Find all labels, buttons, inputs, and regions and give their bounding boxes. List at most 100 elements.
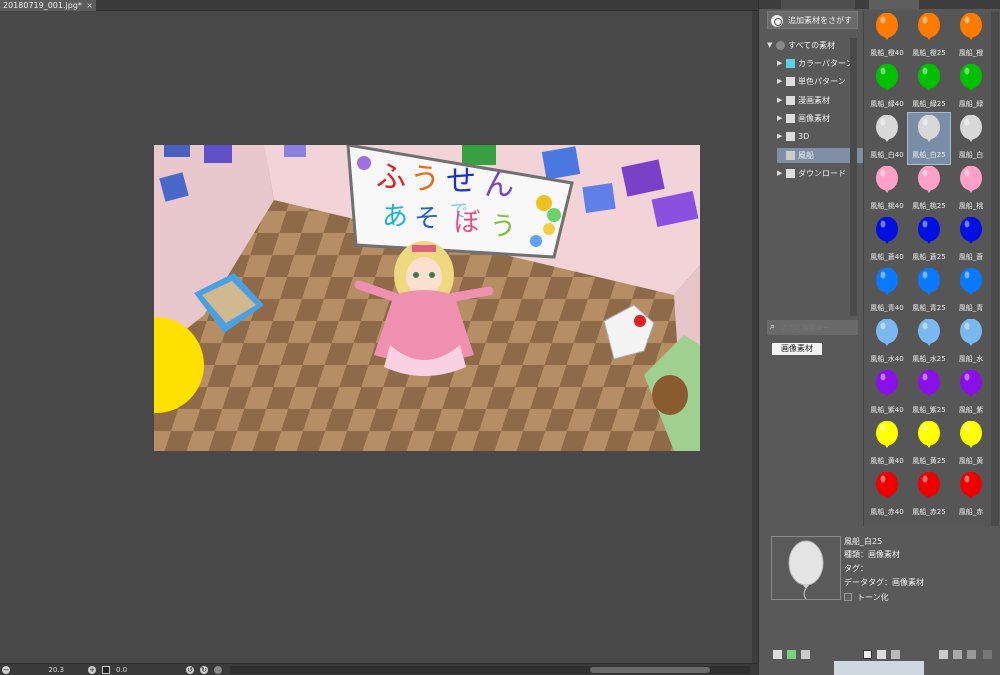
material-thumbnail[interactable]: 風船_赤25 — [908, 470, 950, 521]
balloon-icon — [960, 166, 982, 193]
material-thumbnail[interactable]: 風船_水 — [950, 317, 991, 368]
material-thumbnail[interactable]: 風船_緑40 — [866, 62, 908, 113]
chevron-right-icon[interactable]: ▶ — [777, 93, 782, 108]
material-caption: 風船_赤25 — [912, 508, 946, 516]
search-icon[interactable]: ⌕ — [770, 322, 775, 332]
document-tab-title: 20180719_001.jpg* — [3, 1, 82, 10]
view-list-icon[interactable] — [877, 650, 886, 659]
rotate-right-icon[interactable]: ↻ — [200, 666, 208, 674]
material-thumbnail[interactable]: 風船_蒼40 — [866, 215, 908, 266]
material-caption: 風船_紫40 — [870, 406, 904, 414]
checkbox-icon[interactable] — [863, 650, 872, 659]
balloon-preview-icon — [788, 540, 824, 600]
close-icon[interactable]: × — [86, 0, 93, 11]
material-caption: 風船_緑25 — [912, 100, 946, 108]
new-folder-icon[interactable] — [773, 650, 782, 659]
material-thumbnail[interactable]: 風船_黄 — [950, 419, 991, 470]
lock-icon[interactable] — [939, 650, 948, 659]
mono-pattern-icon — [786, 77, 795, 86]
view-grid-icon[interactable] — [891, 650, 900, 659]
document-tab[interactable]: 20180719_001.jpg* × — [0, 0, 96, 11]
paste-icon[interactable] — [953, 650, 962, 659]
chevron-right-icon[interactable]: ▶ — [777, 74, 782, 89]
chevron-right-icon[interactable]: ▶ — [777, 166, 782, 181]
material-thumbnail[interactable]: 風船_黄40 — [866, 419, 908, 470]
zoom-in-button[interactable]: + — [88, 666, 96, 674]
material-thumbnail[interactable]: 風船_黄25 — [908, 419, 950, 470]
material-thumbnail[interactable]: 風船_紫25 — [908, 368, 950, 419]
tone-checkbox[interactable] — [844, 593, 852, 601]
artwork-illustration: ふ う せ ん あ そ で ぼ う — [154, 145, 700, 451]
folder-settings-icon[interactable] — [801, 650, 810, 659]
chevron-down-icon[interactable]: ▼ — [767, 38, 772, 53]
balloon-icon — [918, 166, 940, 193]
material-thumbnail[interactable]: 風船_紫 — [950, 368, 991, 419]
material-thumbnail[interactable]: 風船_蒼 — [950, 215, 991, 266]
search-bar[interactable]: ⌕ — [767, 320, 858, 335]
material-caption: 風船_桃 — [958, 202, 984, 210]
chevron-right-icon[interactable]: ▶ — [777, 129, 782, 144]
detail-type: 種類：画像素材 — [844, 550, 900, 559]
material-thumbnail[interactable]: 風船_白40 — [866, 113, 908, 164]
tree-scrollbar[interactable] — [850, 38, 857, 316]
material-thumbnail[interactable]: 風船_蒼25 — [908, 215, 950, 266]
sign-line2-char3: ぼ — [454, 208, 480, 238]
material-thumbnail[interactable]: 風船_橙 — [950, 11, 991, 62]
search-input[interactable] — [781, 321, 857, 334]
chevron-right-icon[interactable]: ▶ — [777, 111, 782, 126]
download-icon — [786, 169, 795, 178]
material-thumbnail[interactable]: 風船_赤40 — [866, 470, 908, 521]
material-thumbnail[interactable]: 風船_紫40 — [866, 368, 908, 419]
fit-page-icon[interactable] — [102, 666, 110, 674]
reset-rotation-icon[interactable] — [214, 666, 222, 674]
material-thumbnail[interactable]: 風船_赤 — [950, 470, 991, 521]
material-thumbnail[interactable]: 風船_橙25 — [908, 11, 950, 62]
material-thumbnail[interactable]: 風船_緑25 — [908, 62, 950, 113]
material-thumbnail[interactable]: 風船_水25 — [908, 317, 950, 368]
balloon-icon — [960, 64, 982, 91]
delete-icon[interactable] — [983, 650, 992, 659]
material-thumbnail[interactable]: 風船_青40 — [866, 266, 908, 317]
ime-toolbar[interactable] — [834, 661, 924, 675]
sign-line2-char2: そ — [414, 204, 440, 234]
material-caption: 風船_水25 — [912, 355, 946, 363]
add-folder-icon[interactable] — [787, 650, 796, 659]
settings-icon[interactable] — [967, 650, 976, 659]
tag-chip[interactable]: 画像素材 — [772, 343, 822, 355]
sign-line1-char3: せ — [446, 164, 476, 199]
material-thumbnail[interactable]: 風船_白 — [950, 113, 991, 164]
material-caption: 風船_桃40 — [870, 202, 904, 210]
rotate-left-icon[interactable]: ↺ — [186, 666, 194, 674]
material-thumbnail[interactable]: 風船_白25 — [907, 112, 951, 165]
horizontal-scrollbar[interactable] — [230, 666, 750, 674]
color-pattern-icon — [786, 59, 795, 68]
zoom-value[interactable]: 20.3 — [40, 665, 64, 675]
material-thumbnail[interactable]: 風船_橙40 — [866, 11, 908, 62]
material-thumbnail[interactable]: 風船_桃40 — [866, 164, 908, 215]
balloon-icon — [918, 13, 940, 40]
tree-item-label: 単色パターン — [798, 77, 846, 86]
grid-scrollbar[interactable] — [991, 11, 999, 526]
chevron-right-icon[interactable]: ▶ — [777, 56, 782, 71]
material-thumbnail[interactable]: 風船_青25 — [908, 266, 950, 317]
balloon-icon — [876, 13, 898, 40]
horizontal-scrollbar-thumb[interactable] — [590, 667, 710, 673]
tree-item-label: 風船 — [798, 151, 814, 160]
material-thumbnail[interactable]: 風船_水40 — [866, 317, 908, 368]
material-caption: 風船_青40 — [870, 304, 904, 312]
material-thumbnail[interactable]: 風船_緑 — [950, 62, 991, 113]
canvas-area[interactable]: 20180719_001.jpg* × ふ う せ ん あ そ で ぼ う − … — [0, 0, 758, 675]
balloon-icon — [876, 64, 898, 91]
rotation-value[interactable]: 0.0 — [116, 665, 136, 675]
tree-item[interactable]: ▼ すべての素材 — [767, 38, 853, 53]
add-material-button[interactable]: 追加素材をさがす — [767, 11, 858, 29]
tone-label: トーン化 — [857, 593, 889, 602]
material-thumbnail[interactable]: 風船_桃 — [950, 164, 991, 215]
canvas-artwork[interactable]: ふ う せ ん あ そ で ぼ う — [154, 145, 700, 451]
panel-bottom-toolbar — [767, 648, 999, 662]
panel-tab-right[interactable] — [869, 0, 919, 9]
zoom-out-button[interactable]: − — [2, 666, 10, 674]
material-thumbnail[interactable]: 風船_青 — [950, 266, 991, 317]
material-thumbnail[interactable]: 風船_桃25 — [908, 164, 950, 215]
panel-tab-left[interactable] — [781, 0, 855, 9]
